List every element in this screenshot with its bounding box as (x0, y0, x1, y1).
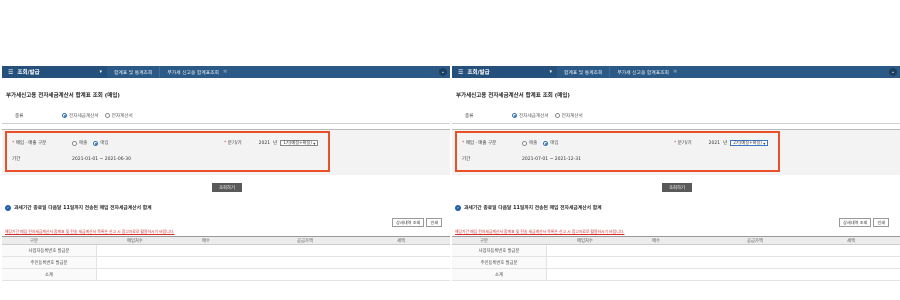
table-row: 소계 (2, 269, 450, 281)
table-header-cell: 세액 (847, 238, 855, 244)
row-header: 주민등록번호 발급분 (452, 257, 547, 268)
top-nav-bar: ☰ 조회/발급 ▾ 합계표 및 통계조회 부가세 신고용 합계표조회 ✲ ⌄ (2, 66, 450, 78)
caret-down-icon: ▾ (549, 69, 552, 75)
tab-summary-stats[interactable]: 합계표 및 통계조회 (557, 66, 609, 78)
chevron-down-icon[interactable]: ⌄ (889, 68, 897, 76)
table-header: 구분 매입처수 매수 공급가액 세액 (2, 236, 450, 245)
top-nav-bar: ☰ 조회/발급 ▾ 합계표 및 통계조회 부가세 신고용 합계표조회 ✲ ⌄ (452, 66, 900, 78)
table-header-cell: 공급가액 (297, 238, 313, 244)
star-icon[interactable]: ✲ (673, 69, 677, 75)
section-title: › 과세기간 종료일 다음달 11일까지 전송된 매입 전자세금계산서 합계 (5, 204, 152, 211)
table-header-cell: 매입처수 (127, 238, 143, 244)
circle-arrow-icon: › (5, 204, 11, 211)
row-header: 사업자등록번호 발급분 (452, 245, 547, 256)
detail-view-button[interactable]: 상세내역 조회 (839, 218, 872, 227)
tab-vat-summary[interactable]: 부가세 신고용 합계표조회 ✲ (159, 66, 234, 78)
action-buttons: 상세내역 조회 인쇄 (392, 218, 443, 227)
page-title: 부가세신고용 전자세금계산서 합계표 조회 (매입) (6, 93, 120, 99)
row-header: 소계 (452, 269, 547, 280)
hamburger-icon: ☰ (458, 68, 464, 76)
table-header-cell: 매수 (652, 238, 660, 244)
summary-table: 구분 매입처수 매수 공급가액 세액사업자등록번호 발급분 주민등록번호 발급분 소계 (2, 236, 450, 281)
star-icon[interactable]: ✲ (223, 69, 227, 75)
kind-row: 종류 전자세금계산서 전자계산서 (2, 108, 450, 124)
table-row: 사업자등록번호 발급분 (452, 245, 900, 257)
kind-radio-tax-invoice[interactable]: 전자세금계산서 (512, 113, 549, 119)
summary-table: 구분 매입처수 매수 공급가액 세액사업자등록번호 발급분 주민등록번호 발급분 소계 (452, 236, 900, 281)
detail-view-button[interactable]: 상세내역 조회 (392, 218, 425, 227)
print-button[interactable]: 인쇄 (426, 218, 443, 227)
section-title: › 과세기간 종료일 다음달 11일까지 전송된 매입 전자세금계산서 합계 (455, 204, 602, 211)
notice-link[interactable]: 해당기간 매입 전자세금계산서 합계표 및 전송 세금계산서 목록은 신고 시 … (5, 229, 174, 235)
table-header-cell: 매입처수 (577, 238, 593, 244)
search-button[interactable]: 조회하기 (212, 183, 242, 192)
menu-dropdown-button[interactable]: ☰ 조회/발급 ▾ (2, 66, 107, 78)
table-row: 소계 (452, 269, 900, 281)
table-row: 주민등록번호 발급분 (452, 257, 900, 269)
tab-summary-stats[interactable]: 합계표 및 통계조회 (107, 66, 159, 78)
table-header-cell: 구분 (480, 238, 488, 244)
menu-title: 조회/발급 (17, 70, 40, 76)
row-header: 사업자등록번호 발급분 (2, 245, 97, 256)
print-button[interactable]: 인쇄 (873, 218, 890, 227)
notice-link[interactable]: 해당기간 매입 전자세금계산서 합계표 및 전송 세금계산서 목록은 신고 시 … (455, 229, 624, 235)
table-header-cell: 구분 (30, 238, 38, 244)
table-row: 사업자등록번호 발급분 (2, 245, 450, 257)
table-header-cell: 매수 (202, 238, 210, 244)
kind-label: 종류 (15, 113, 24, 119)
kind-label: 종류 (465, 113, 474, 119)
search-button[interactable]: 조회하기 (662, 183, 692, 192)
caret-down-icon: ▾ (99, 69, 102, 75)
row-header: 소계 (2, 269, 97, 280)
table-header: 구분 매입처수 매수 공급가액 세액 (452, 236, 900, 245)
table-header-cell: 세액 (397, 238, 405, 244)
highlight-box (455, 131, 780, 172)
screen-panel-left: ☰ 조회/발급 ▾ 합계표 및 통계조회 부가세 신고용 합계표조회 ✲ ⌄ 부가세신고용 전… (2, 66, 450, 300)
kind-radio-invoice[interactable]: 전자계산서 (554, 113, 583, 119)
menu-dropdown-button[interactable]: ☰ 조회/발급 ▾ (452, 66, 557, 78)
circle-arrow-icon: › (455, 204, 461, 211)
screen-panel-right: ☰ 조회/발급 ▾ 합계표 및 통계조회 부가세 신고용 합계표조회 ✲ ⌄ 부가세신고용 전… (452, 66, 900, 300)
kind-row: 종류 전자세금계산서 전자계산서 (452, 108, 900, 124)
row-header: 주민등록번호 발급분 (2, 257, 97, 268)
menu-title: 조회/발급 (467, 70, 490, 76)
kind-radio-invoice[interactable]: 전자계산서 (104, 113, 133, 119)
action-buttons: 상세내역 조회 인쇄 (839, 218, 890, 227)
hamburger-icon: ☰ (8, 68, 14, 76)
table-row: 주민등록번호 발급분 (2, 257, 450, 269)
chevron-down-icon[interactable]: ⌄ (439, 68, 447, 76)
tab-vat-summary[interactable]: 부가세 신고용 합계표조회 ✲ (609, 66, 684, 78)
page-title: 부가세신고용 전자세금계산서 합계표 조회 (매입) (456, 93, 570, 99)
kind-radio-tax-invoice[interactable]: 전자세금계산서 (62, 113, 99, 119)
table-header-cell: 공급가액 (747, 238, 763, 244)
highlight-box (5, 131, 330, 172)
